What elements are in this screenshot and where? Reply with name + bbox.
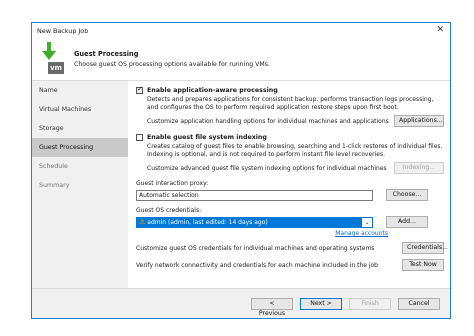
previous-button[interactable]: < Previous [251,297,293,317]
vm-icon: vm [48,62,64,74]
step-name[interactable]: Name [32,81,128,100]
choose-button[interactable]: Choose... [386,189,428,201]
applications-button[interactable]: Applications... [394,115,444,127]
download-arrow-icon [42,42,56,60]
fs-indexing-checkbox[interactable] [136,134,143,141]
custom-creds-text: Customize guest OS credentials for indiv… [136,244,375,252]
credentials-button[interactable]: Credentials... [402,242,448,254]
cancel-button[interactable]: Cancel [398,297,440,310]
fs-indexing-option-text: Customize advanced guest file system ind… [147,164,387,172]
credentials-select[interactable]: ⚠ admin (admin, last edited: 14 days ago… [136,216,373,228]
new-backup-job-window: New Backup Job ✕ vm Guest Processing Cho… [31,22,451,319]
verify-text: Verify network connectivity and credenti… [136,261,378,269]
test-now-button[interactable]: Test Now [402,259,444,271]
app-aware-label: Enable application-aware processing [147,87,278,94]
app-aware-description: Detects and prepares applications for co… [147,96,434,111]
title-bar: New Backup Job ✕ [32,23,450,38]
proxy-field[interactable]: Automatic selection [136,189,373,201]
next-button[interactable]: Next > [300,297,342,310]
step-storage[interactable]: Storage [32,119,128,138]
manage-accounts-link[interactable]: Manage accounts [136,230,388,237]
credentials-label: Guest OS credentials: [136,207,202,214]
wizard-steps-sidebar: Name Virtual Machines Storage Guest Proc… [32,81,128,318]
page-subtitle: Choose guest OS processing options avail… [74,61,270,68]
credentials-value: admin (admin, last edited: 14 days ago) [147,218,268,226]
wizard-footer: < Previous Next > Finish Cancel [32,288,450,318]
page-title: Guest Processing [74,50,139,58]
step-summary[interactable]: Summary [32,176,128,195]
fs-indexing-description: Creates catalog of guest files to enable… [147,143,443,158]
indexing-button[interactable]: Indexing... [394,162,444,174]
add-credentials-button[interactable]: Add... [386,216,428,228]
chevron-down-icon[interactable]: ⌄ [362,217,372,227]
close-icon[interactable]: ✕ [436,26,444,35]
backup-vm-icon: vm [38,42,64,76]
finish-button[interactable]: Finish [349,297,391,310]
proxy-label: Guest interaction proxy: [136,180,209,187]
fs-indexing-label: Enable guest file system indexing [147,134,267,141]
step-guest-processing[interactable]: Guest Processing [32,138,128,157]
app-aware-checkbox[interactable] [136,85,143,94]
step-schedule[interactable]: Schedule [32,157,128,176]
wizard-header: vm Guest Processing Choose guest OS proc… [32,38,450,81]
warning-icon: ⚠ [139,218,146,226]
window-title: New Backup Job [37,26,89,35]
step-virtual-machines[interactable]: Virtual Machines [32,100,128,119]
app-aware-option-text: Customize application handling options f… [147,117,389,125]
guest-processing-content: Enable application-aware processing Dete… [136,81,448,288]
